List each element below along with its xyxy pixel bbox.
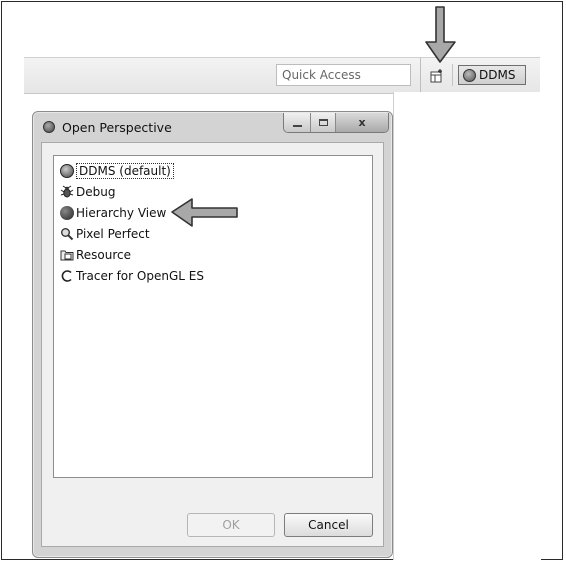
toolbar-separator xyxy=(420,58,421,93)
list-item-tracer-opengl[interactable]: Tracer for OpenGL ES xyxy=(60,267,204,285)
main-toolbar: Quick Access DDMS xyxy=(24,57,540,94)
list-item-label: Pixel Perfect xyxy=(76,227,150,241)
list-item-hierarchy-view[interactable]: Hierarchy View xyxy=(60,204,166,222)
window-controls: x xyxy=(283,113,389,133)
maximize-button[interactable] xyxy=(311,113,336,132)
cancel-button[interactable]: Cancel xyxy=(284,513,373,537)
ddms-perspective-button[interactable]: DDMS xyxy=(458,65,526,85)
list-item-ddms[interactable]: DDMS (default) xyxy=(60,162,174,180)
list-item-resource[interactable]: Resource xyxy=(60,246,131,264)
list-item-label: Resource xyxy=(76,248,132,262)
quick-access-input[interactable]: Quick Access xyxy=(276,64,411,86)
hierarchy-view-icon xyxy=(60,206,74,220)
list-item-label: DDMS (default) xyxy=(76,163,174,179)
open-perspective-icon[interactable] xyxy=(430,68,444,83)
ddms-perspective-label: DDMS xyxy=(479,68,516,82)
dialog-title-bar[interactable]: Open Perspective x xyxy=(33,112,392,142)
down-arrow-icon xyxy=(425,6,456,63)
list-item-debug[interactable]: Debug xyxy=(60,183,115,201)
minimize-icon xyxy=(292,124,302,127)
resource-icon xyxy=(60,248,74,262)
close-icon: x xyxy=(358,116,366,129)
maximize-icon xyxy=(318,119,328,126)
toolbar-separator xyxy=(452,64,453,86)
magnifier-icon xyxy=(60,227,74,241)
minimize-button[interactable] xyxy=(284,113,311,132)
list-item-label: Hierarchy View xyxy=(76,206,167,220)
debug-icon xyxy=(60,185,74,199)
ddms-icon xyxy=(463,68,476,82)
close-button[interactable]: x xyxy=(336,113,388,132)
tracer-icon xyxy=(60,269,74,283)
open-perspective-dialog: Open Perspective x DDMS (default) Debug … xyxy=(32,111,393,558)
list-item-pixel-perfect[interactable]: Pixel Perfect xyxy=(60,225,150,243)
list-item-label: Tracer for OpenGL ES xyxy=(76,269,204,283)
eclipse-icon xyxy=(43,121,55,133)
list-item-label: Debug xyxy=(76,185,116,199)
dialog-title: Open Perspective xyxy=(62,120,172,135)
editor-area xyxy=(393,92,541,560)
ddms-icon xyxy=(60,164,74,178)
ok-button[interactable]: OK xyxy=(187,513,275,537)
left-arrow-icon xyxy=(171,198,238,227)
